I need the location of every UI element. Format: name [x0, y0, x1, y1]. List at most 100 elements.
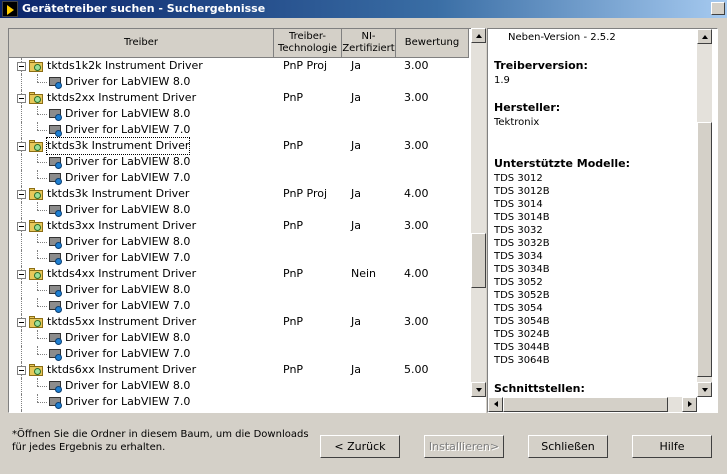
driver-rating: 4.00: [404, 267, 429, 280]
driver-version-row[interactable]: Driver for LabVIEW 8.0: [9, 202, 469, 218]
driver-version-label[interactable]: Driver for LabVIEW 8.0: [65, 234, 190, 250]
ni-certified: Ja: [351, 219, 361, 232]
driver-version-label[interactable]: Driver for LabVIEW 7.0: [65, 170, 190, 186]
details-vertical-scrollbar[interactable]: [697, 29, 712, 397]
driver-vi-icon: [49, 395, 63, 409]
scroll-down-button[interactable]: [471, 382, 486, 397]
driver-version-row[interactable]: Driver for LabVIEW 8.0: [9, 234, 469, 250]
driver-version-label[interactable]: Driver for LabVIEW 7.0: [65, 122, 190, 138]
driver-rating: 3.00: [404, 59, 429, 72]
driver-version-row[interactable]: Driver for LabVIEW 7.0: [9, 250, 469, 266]
arrow-right-icon: [688, 401, 692, 407]
close-button[interactable]: Schließen: [528, 435, 608, 458]
driver-version-label[interactable]: Driver for LabVIEW 8.0: [65, 202, 190, 218]
tree-connector: [37, 402, 47, 404]
driver-version-label[interactable]: Driver for LabVIEW 8.0: [65, 74, 190, 90]
driver-version-row[interactable]: Driver for LabVIEW 8.0: [9, 106, 469, 122]
column-header-rating[interactable]: Bewertung: [396, 29, 469, 58]
driver-vi-icon: [49, 251, 63, 265]
driver-folder-row[interactable]: tktds3k Instrument Driver PnP Proj Ja 4.00: [9, 186, 469, 202]
collapse-icon[interactable]: [17, 366, 26, 375]
back-button[interactable]: < Zurück: [320, 435, 400, 458]
driver-version-label[interactable]: Driver for LabVIEW 8.0: [65, 282, 190, 298]
driver-folder-row[interactable]: tktds7xx Instrument Driver PnP Ja 3.00: [9, 410, 469, 413]
driver-name[interactable]: tktds3k Instrument Driver: [47, 186, 189, 202]
driver-version-row[interactable]: Driver for LabVIEW 8.0: [9, 282, 469, 298]
scroll-right-button[interactable]: [682, 397, 697, 412]
driver-folder-row[interactable]: tktds4xx Instrument Driver PnP Nein 4.00: [9, 266, 469, 282]
driver-folder-row[interactable]: tktds5xx Instrument Driver PnP Ja 3.00: [9, 314, 469, 330]
driver-folder-row[interactable]: tktds3xx Instrument Driver PnP Ja 3.00: [9, 218, 469, 234]
driver-name[interactable]: tktds7xx Instrument Driver: [47, 410, 196, 412]
collapse-icon[interactable]: [17, 222, 26, 231]
tree-connector: [21, 106, 23, 122]
ni-certified: Ja: [351, 315, 361, 328]
close-icon[interactable]: [711, 2, 725, 15]
collapse-icon[interactable]: [17, 190, 26, 199]
driver-name[interactable]: tktds4xx Instrument Driver: [47, 266, 196, 282]
details-scroll-up-button[interactable]: [697, 29, 712, 44]
driver-version-row[interactable]: Driver for LabVIEW 7.0: [9, 298, 469, 314]
tree-connector: [21, 154, 23, 170]
driver-version-row[interactable]: Driver for LabVIEW 7.0: [9, 122, 469, 138]
details-scroll-thumb[interactable]: [697, 122, 712, 377]
tree-vertical-scrollbar[interactable]: [471, 28, 486, 397]
driver-rating: 3.00: [404, 315, 429, 328]
driver-name[interactable]: tktds3k Instrument Driver: [45, 137, 191, 155]
driver-version-row[interactable]: Driver for LabVIEW 8.0: [9, 154, 469, 170]
details-horizontal-scrollbar[interactable]: [488, 397, 697, 412]
scroll-left-button[interactable]: [488, 397, 503, 412]
collapse-icon[interactable]: [17, 62, 26, 71]
driver-version-row[interactable]: Driver for LabVIEW 7.0: [9, 170, 469, 186]
details-scroll-down-button[interactable]: [697, 382, 712, 397]
driver-version-row[interactable]: Driver for LabVIEW 7.0: [9, 394, 469, 410]
column-header-driver[interactable]: Treiber: [9, 29, 274, 58]
driver-name[interactable]: tktds2xx Instrument Driver: [47, 90, 196, 106]
driver-folder-row[interactable]: tktds2xx Instrument Driver PnP Ja 3.00: [9, 90, 469, 106]
tree-connector: [37, 122, 39, 130]
folder-icon: [29, 412, 45, 413]
ni-certified: Ja: [351, 59, 361, 72]
driver-details-panel: Neben-Version - 2.5.2 Treiberversion: 1.…: [487, 28, 718, 413]
driver-version-row[interactable]: Driver for LabVIEW 8.0: [9, 378, 469, 394]
driver-version-row[interactable]: Driver for LabVIEW 8.0: [9, 330, 469, 346]
driver-name[interactable]: tktds5xx Instrument Driver: [47, 314, 196, 330]
supported-model: TDS 3034: [494, 251, 543, 262]
driver-folder-row[interactable]: tktds6xx Instrument Driver PnP Ja 5.00: [9, 362, 469, 378]
driver-version-label[interactable]: Driver for LabVIEW 7.0: [65, 298, 190, 314]
supported-model: TDS 3052B: [494, 290, 550, 301]
driver-version-label[interactable]: Driver for LabVIEW 7.0: [65, 346, 190, 362]
driver-version-label[interactable]: Driver for LabVIEW 8.0: [65, 378, 190, 394]
driver-version-label[interactable]: Driver for LabVIEW 7.0: [65, 250, 190, 266]
collapse-icon[interactable]: [17, 270, 26, 279]
collapse-icon[interactable]: [17, 94, 26, 103]
driver-version-label[interactable]: Driver for LabVIEW 7.0: [65, 394, 190, 410]
driver-name[interactable]: tktds3xx Instrument Driver: [47, 218, 196, 234]
driver-tree[interactable]: Treiber Treiber- Technologie NI- Zertifi…: [8, 28, 486, 413]
driver-name[interactable]: tktds6xx Instrument Driver: [47, 362, 196, 378]
help-button[interactable]: Hilfe: [632, 435, 712, 458]
driver-version-label[interactable]: Driver for LabVIEW 8.0: [65, 154, 190, 170]
driver-folder-row[interactable]: tktds3k Instrument Driver PnP Ja 3.00: [9, 137, 469, 155]
horizontal-scroll-thumb[interactable]: [503, 397, 668, 412]
driver-technology: PnP: [283, 91, 304, 104]
tree-connector: [37, 378, 39, 386]
tree-connector: [37, 242, 47, 244]
scroll-up-button[interactable]: [471, 28, 486, 43]
driver-version-row[interactable]: Driver for LabVIEW 8.0: [9, 74, 469, 90]
install-button[interactable]: Installieren>: [424, 435, 504, 458]
column-header-technology[interactable]: Treiber- Technologie: [274, 29, 342, 58]
folder-icon: [29, 220, 45, 232]
folder-icon: [29, 268, 45, 280]
column-header-certified[interactable]: NI- Zertifiziert: [342, 29, 396, 58]
collapse-icon[interactable]: [17, 318, 26, 327]
supported-model: TDS 3024B: [494, 329, 550, 340]
driver-version-row[interactable]: Driver for LabVIEW 7.0: [9, 346, 469, 362]
driver-folder-row[interactable]: tktds1k2k Instrument Driver PnP Proj Ja 3.0…: [9, 58, 469, 74]
driver-version-label[interactable]: Driver for LabVIEW 8.0: [65, 106, 190, 122]
tree-connector: [21, 202, 23, 218]
scroll-thumb[interactable]: [471, 233, 486, 288]
collapse-icon[interactable]: [17, 142, 26, 151]
driver-version-label[interactable]: Driver for LabVIEW 8.0: [65, 330, 190, 346]
driver-name[interactable]: tktds1k2k Instrument Driver: [47, 58, 203, 74]
